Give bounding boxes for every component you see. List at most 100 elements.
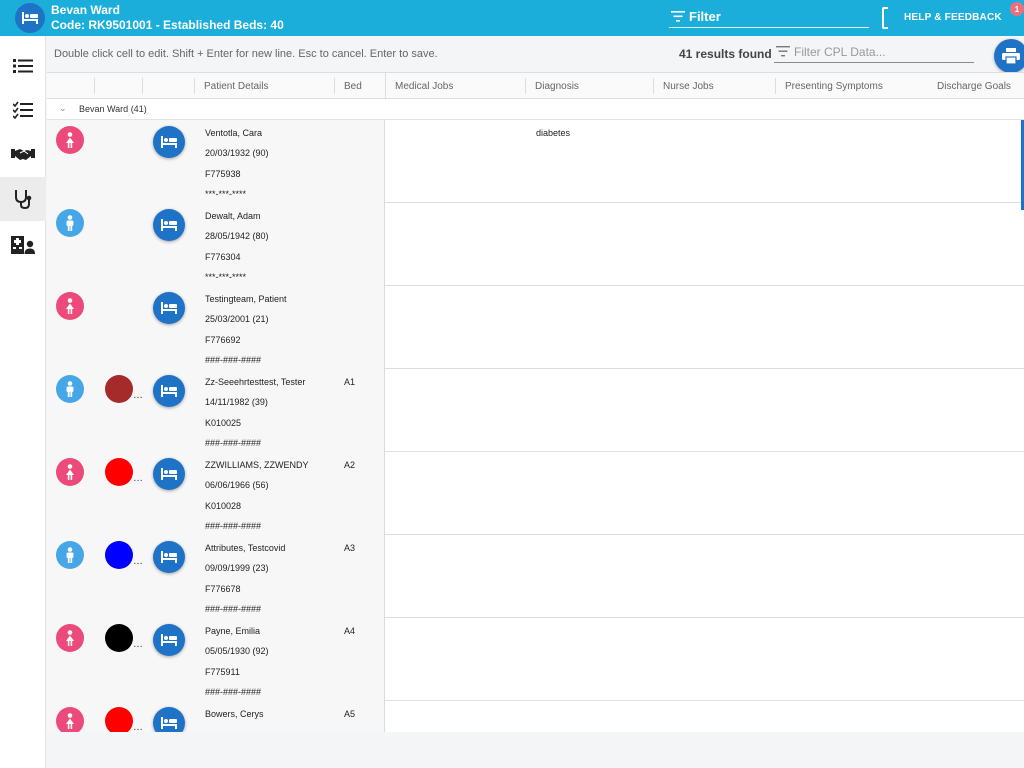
gender-female-badge	[56, 707, 84, 732]
column-header-patient-details[interactable]: Patient Details	[194, 73, 334, 99]
global-filter[interactable]: Filter	[669, 6, 869, 28]
bed-button[interactable]	[153, 458, 185, 490]
bed-number[interactable]: A5	[344, 709, 355, 719]
bed-icon	[161, 717, 177, 729]
column-header-discharge-goals[interactable]: Discharge Goals	[927, 73, 1024, 99]
patient-dob: 06/06/1966 (56)	[205, 480, 269, 490]
divider-bracket	[882, 7, 888, 29]
bed-icon	[161, 136, 177, 148]
bed-icon	[161, 551, 177, 563]
status-flag[interactable]	[105, 707, 133, 732]
male-icon	[66, 381, 74, 397]
column-header-medical-jobs[interactable]: Medical Jobs	[385, 73, 525, 99]
cpl-filter-input[interactable]	[794, 44, 969, 59]
more-flags-icon[interactable]: …	[133, 556, 143, 567]
status-flag[interactable]	[105, 375, 133, 403]
more-flags-icon[interactable]: …	[133, 390, 143, 401]
left-nav	[0, 36, 46, 768]
filter-label: Filter	[689, 9, 721, 24]
patient-grid: Patient Details Bed Medical Jobs Diagnos…	[47, 72, 1024, 732]
bed-button[interactable]	[153, 375, 185, 407]
patient-dob: 28/05/1942 (80)	[205, 231, 269, 241]
bed-icon	[22, 12, 38, 24]
bed-number[interactable]: A1	[344, 377, 355, 387]
patient-nhs-number: ###-###-####	[205, 355, 262, 365]
bed-button[interactable]	[153, 541, 185, 573]
nav-ward-staff[interactable]	[0, 222, 46, 266]
edit-hint: Double click cell to edit. Shift + Enter…	[54, 48, 438, 60]
patient-name[interactable]: Bowers, Cerys	[205, 709, 264, 719]
bed-icon	[161, 219, 177, 231]
bed-button[interactable]	[153, 707, 185, 732]
patient-name[interactable]: Testingteam, Patient	[205, 294, 287, 304]
nav-checklist[interactable]	[0, 88, 46, 132]
male-icon	[66, 215, 74, 231]
gender-female-badge	[56, 624, 84, 652]
diagnosis-cell[interactable]: diabetes	[536, 128, 570, 138]
bed-button[interactable]	[153, 209, 185, 241]
nav-handover[interactable]	[0, 132, 46, 176]
bed-icon	[161, 385, 177, 397]
bed-button[interactable]	[153, 292, 185, 324]
gender-female-badge	[56, 292, 84, 320]
column-header-bed[interactable]: Bed	[334, 73, 385, 99]
gender-male-badge	[56, 375, 84, 403]
notification-badge[interactable]: 1	[1010, 2, 1024, 16]
results-count: 41 results found	[679, 47, 772, 61]
more-flags-icon[interactable]: …	[133, 473, 143, 484]
bed-number[interactable]: A3	[344, 543, 355, 553]
gender-male-badge	[56, 209, 84, 237]
bed-button[interactable]	[153, 624, 185, 656]
nav-clinical[interactable]	[0, 177, 46, 221]
stethoscope-icon	[15, 190, 32, 209]
patient-name[interactable]: Zz-Seeehrtesttest, Tester	[205, 377, 305, 387]
table-row[interactable]: … Zz-Seeehrtesttest, Tester 14/11/1982 (39…	[47, 369, 1024, 452]
patient-dob: 05/05/1930 (92)	[205, 646, 269, 656]
more-flags-icon[interactable]: …	[133, 639, 143, 650]
patient-name[interactable]: ZZWILLIAMS, ZZWENDY	[205, 460, 309, 470]
patient-name[interactable]: Dewalt, Adam	[205, 211, 261, 221]
patient-id: F775911	[205, 667, 240, 677]
status-flag[interactable]	[105, 541, 133, 569]
patient-id: K010025	[205, 418, 242, 428]
status-flag[interactable]	[105, 458, 133, 486]
table-row[interactable]: Testingteam, Patient 25/03/2001 (21) F7766…	[47, 286, 1024, 369]
handshake-icon	[11, 149, 35, 160]
more-flags-icon[interactable]: …	[133, 722, 143, 732]
table-row[interactable]: … ZZWILLIAMS, ZZWENDY 06/06/1966 (56) K0100…	[47, 452, 1024, 535]
column-header-diagnosis[interactable]: Diagnosis	[525, 73, 653, 99]
patient-name[interactable]: Attributes, Testcovid	[205, 543, 285, 553]
table-row[interactable]: … Bowers, Cerys A5	[47, 701, 1024, 732]
table-row[interactable]: … Payne, Emilia 05/05/1930 (92) F775911 ###-…	[47, 618, 1024, 701]
ward-name: Bevan Ward	[51, 3, 120, 17]
patient-name[interactable]: Ventotla, Cara	[205, 128, 262, 138]
patient-nhs-number: ###-###-####	[205, 604, 262, 614]
bed-number[interactable]: A2	[344, 460, 355, 470]
help-feedback-button[interactable]: HELP & FEEDBACK	[904, 12, 1002, 23]
patient-id: F776692	[205, 335, 241, 345]
bed-number[interactable]: A4	[344, 626, 355, 636]
patient-id: F775938	[205, 169, 241, 179]
gender-female-badge	[56, 458, 84, 486]
table-row[interactable]: … Attributes, Testcovid 09/09/1999 (23) F77…	[47, 535, 1024, 618]
chevron-down-icon[interactable]: ⌄	[59, 103, 67, 114]
nav-list[interactable]	[0, 44, 46, 88]
ward-bed-icon[interactable]	[15, 3, 45, 33]
bed-button[interactable]	[153, 126, 185, 158]
group-row[interactable]: ⌄ Bevan Ward (41)	[47, 99, 1024, 120]
column-header-nurse-jobs[interactable]: Nurse Jobs	[653, 73, 775, 99]
cpl-filter[interactable]	[774, 41, 974, 63]
patient-name[interactable]: Payne, Emilia	[205, 626, 260, 636]
bed-icon	[161, 468, 177, 480]
patient-id: K010028	[205, 501, 242, 511]
top-bar: Bevan Ward Code: RK9501001 - Established…	[0, 0, 1024, 36]
footer	[47, 733, 1024, 768]
group-label: Bevan Ward (41)	[79, 104, 147, 114]
status-flag[interactable]	[105, 624, 133, 652]
print-button[interactable]	[994, 39, 1024, 73]
table-row[interactable]: Dewalt, Adam 28/05/1942 (80) F776304 ***-**…	[47, 203, 1024, 286]
column-header-presenting-symptoms[interactable]: Presenting Symptoms	[775, 73, 927, 99]
table-row[interactable]: Ventotla, Cara 20/03/1932 (90) F775938 ***-…	[47, 120, 1024, 203]
female-icon	[66, 713, 74, 729]
gender-male-badge	[56, 541, 84, 569]
